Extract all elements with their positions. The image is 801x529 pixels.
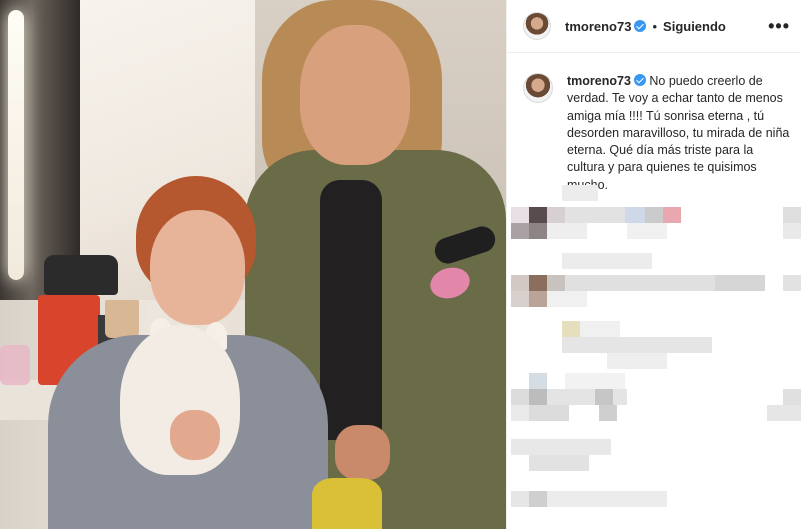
mirror-light bbox=[8, 10, 24, 280]
username-link[interactable]: tmoreno73 bbox=[565, 19, 647, 34]
post-side-panel: tmoreno73 • Siguiendo ••• tmoreno73 No p… bbox=[506, 0, 801, 529]
more-options-icon[interactable]: ••• bbox=[768, 16, 790, 37]
yellow-cloth bbox=[312, 478, 382, 529]
post-header: tmoreno73 • Siguiendo ••• bbox=[507, 0, 801, 53]
verified-badge-icon bbox=[633, 74, 646, 86]
avatar[interactable] bbox=[523, 12, 551, 40]
post-photo[interactable] bbox=[0, 0, 506, 529]
obscured-comments bbox=[511, 185, 801, 507]
standing-woman-face bbox=[300, 25, 410, 165]
hand bbox=[335, 425, 390, 480]
post-caption: tmoreno73 No puedo creerlo de verdad. Te… bbox=[523, 73, 793, 194]
comment-blur-3 bbox=[511, 373, 801, 507]
caption-text: tmoreno73 No puedo creerlo de verdad. Te… bbox=[567, 73, 793, 194]
comment-blur-2 bbox=[511, 275, 801, 369]
hand bbox=[170, 410, 220, 460]
caption-username-link[interactable]: tmoreno73 bbox=[567, 74, 646, 88]
separator-dot: • bbox=[652, 18, 658, 34]
caption-body: No puedo creerlo de verdad. Te voy a ech… bbox=[567, 74, 790, 192]
avatar[interactable] bbox=[523, 73, 553, 103]
comment-blur-1 bbox=[511, 185, 801, 269]
cup bbox=[105, 300, 139, 338]
pink-jar bbox=[0, 345, 30, 385]
standing-woman-shirt bbox=[320, 180, 382, 440]
seated-woman-face bbox=[150, 210, 245, 325]
verified-badge-icon bbox=[634, 19, 647, 32]
following-button[interactable]: Siguiendo bbox=[663, 19, 726, 34]
